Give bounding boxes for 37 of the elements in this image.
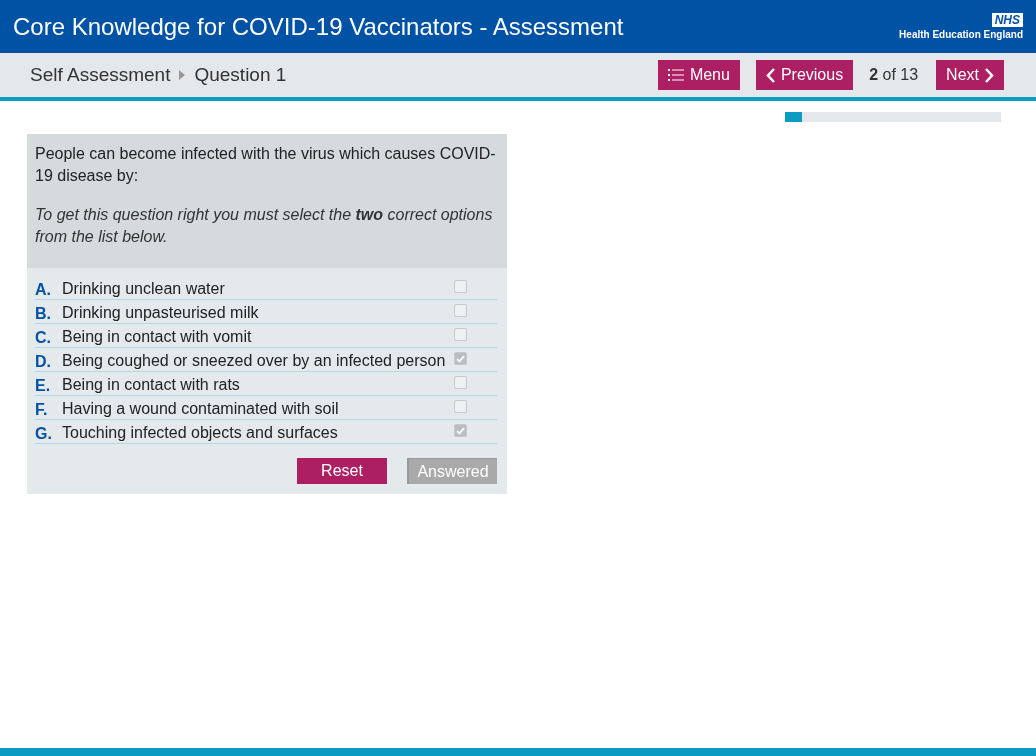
option-checkbox[interactable] [454, 400, 467, 413]
option-letter: C. [35, 329, 52, 347]
option-checkbox[interactable] [454, 328, 467, 341]
option-text: Touching infected objects and surfaces [62, 424, 339, 443]
option-text: Drinking unclean water [62, 280, 226, 299]
question-prompt: People can become infected with the virus which causes COVID-19 disease by: [35, 144, 497, 186]
option-checkbox[interactable] [454, 352, 467, 365]
next-button[interactable]: Next [936, 60, 1004, 90]
option-letter: G. [35, 425, 53, 443]
course-title: Core Knowledge for COVID-19 Vaccinators - Assessment [13, 12, 624, 41]
page-counter: 2 of 13 [869, 66, 919, 84]
triangle-icon [178, 70, 187, 80]
option-letter: B. [35, 305, 52, 323]
chevron-left-icon [765, 67, 775, 83]
option-text: Having a wound contaminated with soil [62, 400, 340, 419]
previous-button[interactable]: Previous [755, 60, 854, 90]
option-letter: A. [35, 281, 52, 299]
option-letter: F. [35, 401, 49, 419]
breadcrumb-item: Self Assessment [30, 64, 171, 86]
reset-button[interactable]: Reset [297, 458, 387, 484]
option-text: Being in contact with vomit [62, 328, 253, 347]
breadcrumb-item: Question 1 [194, 64, 287, 86]
option-checkbox[interactable] [454, 280, 467, 293]
option-text: Being in contact with rats [62, 376, 241, 395]
option-text: Being coughed or sneezed over by an infected person [62, 352, 447, 371]
question-instruction: To get this question right you must select the two correct options from the list below. [35, 205, 494, 247]
option-checkbox[interactable] [454, 376, 467, 389]
menu-button[interactable]: Menu [657, 60, 740, 90]
option-checkbox[interactable] [454, 304, 467, 317]
option-letter: D. [35, 353, 52, 371]
option-letter: E. [35, 377, 52, 395]
logo-text: Health Education England [899, 29, 1023, 40]
logo-badge: NHS [991, 13, 1023, 27]
option-text: Drinking unpasteurised milk [62, 304, 260, 323]
menu-icon [667, 68, 684, 82]
option-checkbox[interactable] [454, 424, 467, 437]
chevron-right-icon [985, 67, 994, 83]
